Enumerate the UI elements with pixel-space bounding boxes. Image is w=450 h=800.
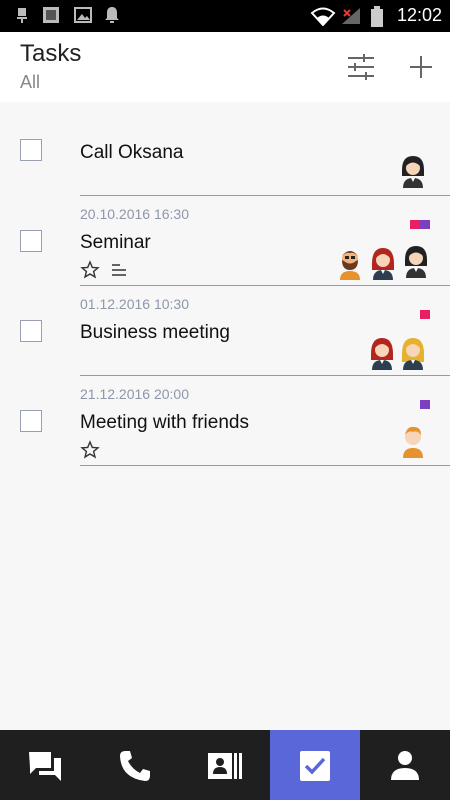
star-icon[interactable]	[80, 440, 100, 460]
add-icon[interactable]	[404, 50, 438, 84]
star-icon[interactable]	[80, 260, 100, 280]
tag-purple	[420, 400, 430, 409]
task-item-meeting-with-friends[interactable]: 21.12.2016 20:00 Meeting with friends	[0, 376, 450, 466]
task-checkbox[interactable]	[20, 410, 42, 432]
task-title: Meeting with friends	[80, 412, 249, 433]
clock: 12:02	[396, 5, 442, 25]
nav-tasks[interactable]	[270, 730, 360, 800]
tasks-icon	[300, 751, 330, 781]
avatar-woman-red-hair	[371, 338, 393, 370]
task-item-call-oksana[interactable]: Call Oksana	[0, 106, 450, 196]
task-date: 01.12.2016 10:30	[80, 296, 189, 312]
task-date: 21.12.2016 20:00	[80, 386, 189, 402]
tag-purple	[420, 220, 430, 229]
battery-icon	[371, 6, 383, 27]
nav-chats[interactable]	[0, 730, 90, 800]
filter-subtitle[interactable]: All	[20, 72, 40, 93]
tag-pink	[410, 220, 420, 229]
nav-calls[interactable]	[90, 730, 180, 800]
task-checkbox[interactable]	[20, 230, 42, 252]
nav-contacts[interactable]	[180, 730, 270, 800]
no-signal-icon	[342, 8, 360, 24]
nav-profile[interactable]	[360, 730, 450, 800]
task-title: Business meeting	[80, 322, 230, 343]
task-date: 20.10.2016 16:30	[80, 206, 189, 222]
avatar-woman-blonde	[402, 338, 424, 370]
phone-icon	[120, 751, 150, 781]
tag-pink	[420, 310, 430, 319]
bottom-navigation	[0, 730, 450, 800]
wifi-icon	[310, 7, 336, 26]
task-checkbox[interactable]	[20, 139, 42, 161]
notes-icon	[112, 264, 126, 276]
avatar-woman-dark-hair	[405, 246, 427, 278]
chat-icon	[29, 752, 61, 781]
avatar-man-beard	[340, 251, 360, 280]
task-title: Seminar	[80, 232, 151, 253]
profile-icon	[391, 751, 419, 780]
task-title: Call Oksana	[80, 142, 184, 163]
task-item-seminar[interactable]: 20.10.2016 16:30 Seminar	[0, 196, 450, 286]
avatar-woman-red-hair	[372, 248, 394, 280]
notification-bell-icon	[105, 7, 119, 23]
task-checkbox[interactable]	[20, 320, 42, 342]
contacts-icon	[208, 753, 242, 779]
app-bar: Tasks All	[0, 32, 450, 102]
image-icon	[43, 7, 59, 23]
filter-icon[interactable]	[344, 50, 378, 84]
page-title: Tasks	[20, 40, 82, 67]
usb-icon	[17, 8, 27, 23]
task-item-business-meeting[interactable]: 01.12.2016 10:30 Business meeting	[0, 286, 450, 376]
avatar-man-orange	[403, 426, 423, 458]
avatar-woman-dark-hair	[402, 156, 424, 188]
divider	[80, 465, 450, 466]
gallery-icon	[74, 7, 92, 23]
status-bar: 12:02	[0, 0, 450, 32]
